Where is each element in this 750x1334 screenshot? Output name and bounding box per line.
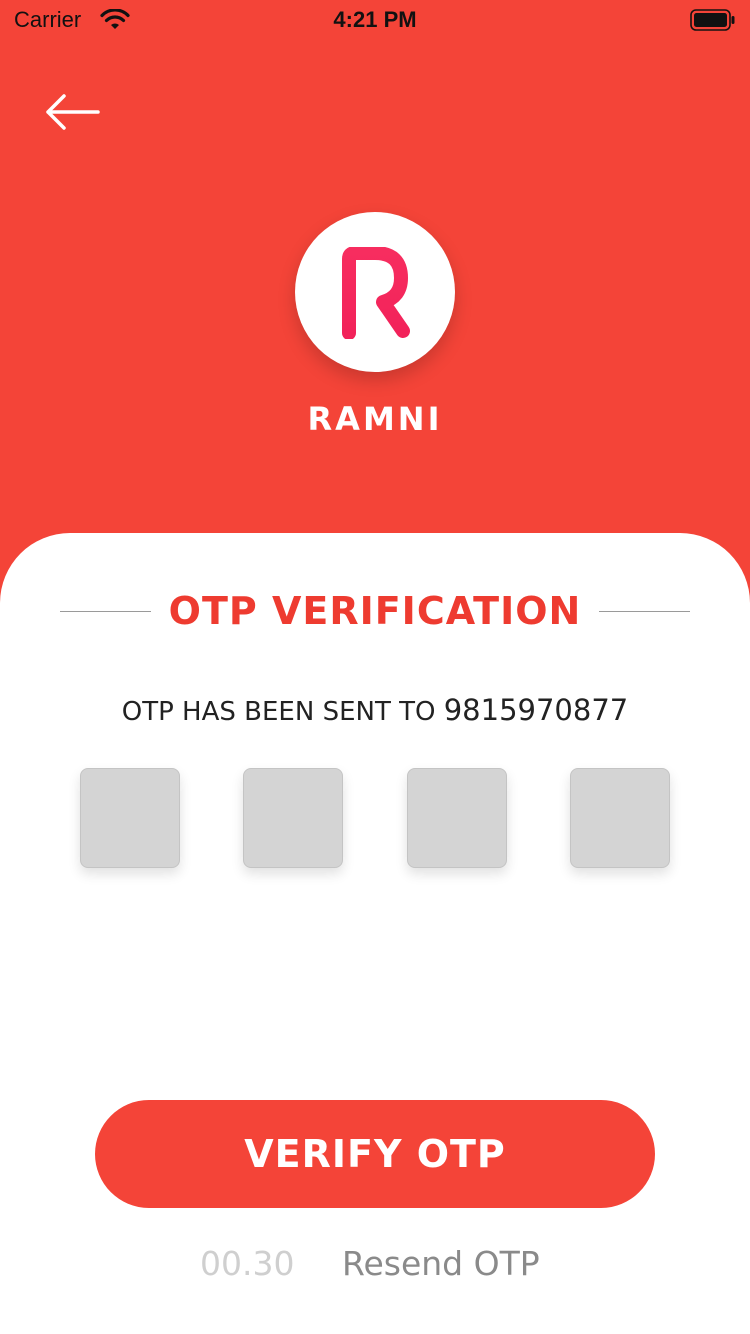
- divider-left: [60, 610, 151, 612]
- status-bar: Carrier 4:21 PM: [0, 0, 750, 40]
- back-button[interactable]: [40, 90, 104, 134]
- resend-otp-link[interactable]: Resend OTP: [342, 1244, 540, 1283]
- otp-sent-message: OTP HAS BEEN SENT TO 9815970877: [0, 693, 750, 727]
- otp-digit-1[interactable]: [80, 768, 180, 868]
- title-row: OTP VERIFICATION: [60, 589, 690, 633]
- brand-name: RAMNI: [307, 400, 443, 438]
- battery-icon: [690, 9, 736, 37]
- phone-number: 9815970877: [443, 693, 629, 727]
- arrow-left-icon: [46, 94, 100, 130]
- otp-digit-4[interactable]: [570, 768, 670, 868]
- otp-verification-screen: Carrier 4:21 PM RAMNI OTP VERIFICATION O…: [0, 0, 750, 1334]
- clock-time: 4:21 PM: [333, 7, 417, 32]
- app-logo: [295, 212, 455, 372]
- otp-card: OTP VERIFICATION OTP HAS BEEN SENT TO 98…: [0, 533, 750, 1334]
- resend-timer: 00.30: [200, 1244, 295, 1283]
- page-title: OTP VERIFICATION: [168, 589, 582, 633]
- otp-digit-3[interactable]: [407, 768, 507, 868]
- verify-otp-button[interactable]: VERIFY OTP: [95, 1100, 655, 1208]
- logo-r-icon: [342, 247, 410, 339]
- otp-input-row: [80, 768, 670, 868]
- otp-digit-2[interactable]: [243, 768, 343, 868]
- otp-sent-label: OTP HAS BEEN SENT TO: [121, 697, 436, 727]
- divider-right: [599, 610, 690, 612]
